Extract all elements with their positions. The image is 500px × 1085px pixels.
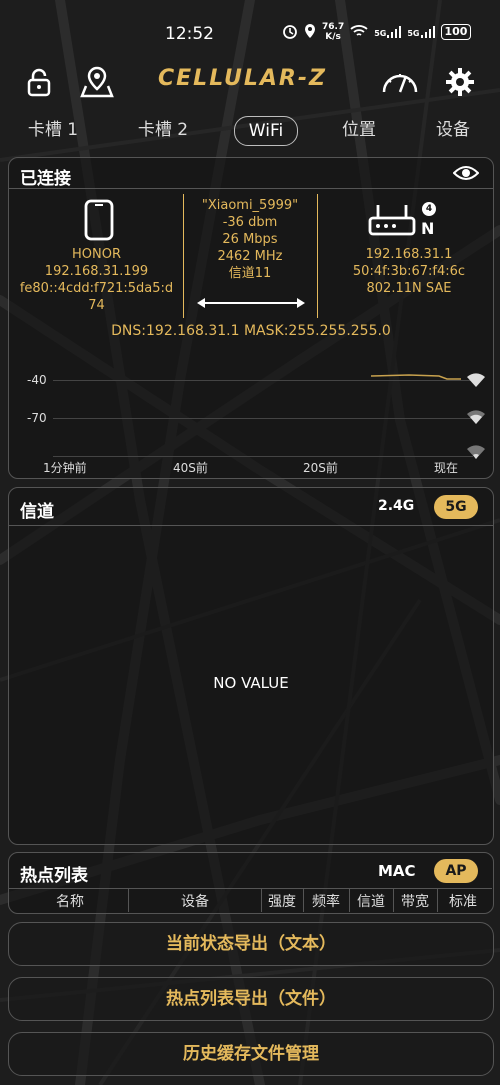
column-header-name[interactable]: 名称	[20, 891, 120, 911]
mac-toggle[interactable]: MAC	[378, 862, 416, 880]
column-header-channel[interactable]: 信道	[350, 891, 392, 911]
sim2-label: 5G	[407, 29, 420, 38]
device-ipv4: 192.168.31.199	[44, 264, 149, 279]
export-hotspots-button[interactable]: 热点列表导出（文件）	[8, 977, 494, 1021]
location-icon	[304, 23, 316, 42]
speedometer-icon[interactable]	[380, 66, 420, 98]
battery-indicator: 100	[440, 24, 472, 40]
tab-wifi[interactable]: WiFi	[234, 116, 298, 146]
ap-toggle[interactable]: AP	[434, 859, 478, 883]
app-layer: 12:52 76.7 K/s 5G 5G 100 CELLULAR-Z 卡槽 1…	[0, 0, 500, 1085]
band-24g-toggle[interactable]: 2.4G	[378, 498, 414, 514]
device-ipv6-line2: 74	[88, 298, 105, 313]
net-speed: 76.7 K/s	[322, 22, 344, 42]
wifi-strong-icon	[466, 372, 486, 392]
device-name: HONOR	[72, 247, 121, 262]
link-frequency: 2462 MHz	[217, 249, 283, 264]
history-cache-button[interactable]: 历史缓存文件管理	[8, 1032, 494, 1076]
wifi-gen-badge: 4	[422, 202, 436, 216]
graph-x-label: 20S前	[303, 461, 338, 475]
router-standard: 802.11N SAE	[366, 281, 452, 296]
column-divider	[128, 888, 129, 912]
channel-title: 信道	[20, 502, 54, 522]
link-divider-right	[317, 194, 318, 318]
sim1-signal: 5G	[374, 26, 402, 38]
divider	[9, 188, 493, 189]
link-channel: 信道11	[228, 266, 272, 281]
connected-title: 已连接	[20, 169, 71, 189]
link-divider-left	[183, 194, 184, 318]
gear-icon[interactable]	[444, 66, 476, 98]
column-header-bandwidth[interactable]: 带宽	[394, 891, 436, 911]
double-arrow-icon	[196, 294, 306, 313]
column-header-standard[interactable]: 标准	[438, 891, 488, 911]
band-5g-toggle[interactable]: 5G	[434, 495, 478, 519]
graph-gridline	[53, 456, 473, 457]
tab-sim2[interactable]: 卡槽 2	[126, 116, 200, 144]
router-info: 192.168.31.1 50:4f:3b:67:f4:6c 802.11N S…	[329, 246, 489, 297]
router-gateway: 192.168.31.1	[365, 247, 453, 262]
graph-y-label: -70	[27, 411, 47, 425]
hotspot-title: 热点列表	[20, 866, 88, 886]
link-speed: 26 Mbps	[222, 232, 278, 247]
status-time: 12:52	[165, 24, 214, 44]
wifi-medium-icon	[466, 409, 486, 429]
graph-gridline	[53, 418, 473, 419]
lock-icon[interactable]	[23, 66, 55, 98]
tab-sim1[interactable]: 卡槽 1	[18, 116, 88, 144]
channel-panel: 信道 2.4G 5G NO VALUE	[8, 487, 494, 845]
graph-x-label: 1分钟前	[43, 461, 87, 475]
device-info: HONOR 192.168.31.199 fe80::4cdd:f721:5da…	[9, 246, 184, 314]
eye-icon[interactable]	[452, 164, 480, 186]
graph-x-label: 现在	[434, 461, 459, 475]
phone-icon	[84, 199, 114, 245]
export-status-button[interactable]: 当前状态导出（文本）	[8, 922, 494, 966]
router-bssid: 50:4f:3b:67:f4:6c	[352, 264, 466, 279]
divider	[8, 888, 492, 889]
wifi-weak-icon	[466, 444, 486, 464]
sim2-signal: 5G	[407, 26, 435, 38]
graph-x-label: 40S前	[173, 461, 208, 475]
device-ipv6-line1: fe80::4cdd:f721:5da5:d	[19, 281, 174, 296]
link-rssi: -36 dbm	[222, 215, 278, 230]
channel-empty-text: NO VALUE	[213, 674, 289, 692]
status-icons: 76.7 K/s 5G 5G 100	[282, 22, 472, 42]
graph-y-label: -40	[27, 373, 47, 387]
tab-location[interactable]: 位置	[330, 116, 388, 144]
net-speed-value: 76.7	[322, 22, 345, 32]
dns-mask: DNS:192.168.31.1 MASK:255.255.255.0	[111, 323, 391, 339]
column-header-strength[interactable]: 强度	[262, 891, 302, 911]
band-letter: N	[421, 219, 435, 238]
router-icon	[368, 202, 416, 240]
connected-panel: 已连接 HONOR 192.168.31.199 fe80::4cdd:f721…	[8, 157, 494, 479]
app-title: CELLULAR-Z	[158, 66, 327, 91]
column-header-device[interactable]: 设备	[130, 891, 260, 911]
link-ssid: "Xiaomi_5999"	[201, 198, 299, 213]
divider	[9, 525, 493, 526]
alarm-icon	[282, 23, 298, 42]
column-header-frequency[interactable]: 频率	[304, 891, 348, 911]
link-info: "Xiaomi_5999" -36 dbm 26 Mbps 2462 MHz 信…	[185, 197, 315, 282]
tab-device[interactable]: 设备	[424, 116, 482, 144]
sim1-label: 5G	[374, 29, 387, 38]
wifi-status-icon	[350, 24, 368, 41]
net-speed-unit: K/s	[325, 32, 341, 42]
signal-trace	[370, 374, 461, 380]
map-pin-icon[interactable]	[80, 66, 114, 98]
